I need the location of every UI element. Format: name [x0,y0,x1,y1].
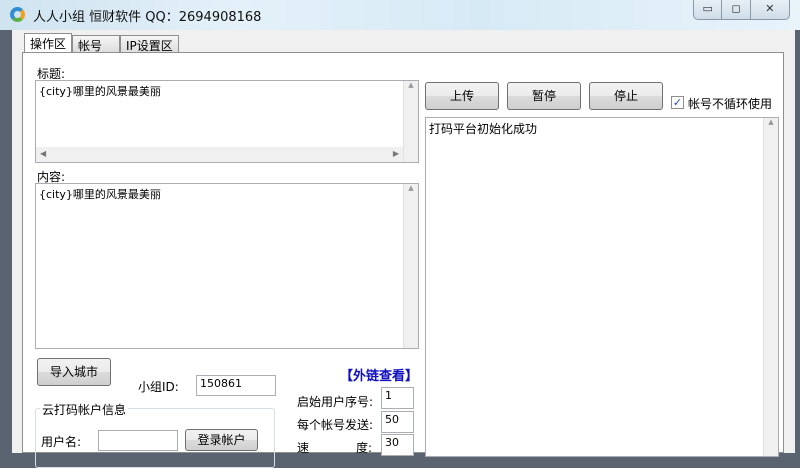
speed-label: 速 [297,441,310,455]
no-loop-checkbox[interactable]: ✓ [671,96,684,109]
no-loop-label: 帐号不循环使用 [688,97,773,111]
username-input[interactable] [98,430,178,451]
vertical-scrollbar[interactable]: ▲ [403,184,418,348]
horizontal-scrollbar[interactable]: ◀ ▶ [36,147,403,162]
vertical-scrollbar[interactable]: ▲ [403,81,418,162]
start-index-input[interactable]: 1 [381,387,414,409]
log-text: 打码平台初始化成功 [429,122,538,136]
pause-button[interactable]: 暂停 [507,82,581,110]
window-controls: ▭ ◻ ✕ [693,0,790,20]
content-text: {city}哪里的风景最美丽 [39,188,161,201]
upload-button[interactable]: 上传 [425,82,499,110]
tab-ip-settings[interactable]: IP设置区 [120,35,179,53]
tab-account[interactable]: 帐号 [72,35,120,53]
speed-label-suffix: 度: [356,441,373,455]
tab-operation[interactable]: 操作区 [24,33,73,53]
group-id-label: 小组ID: [138,380,179,394]
title-text: {city}哪里的风景最美丽 [39,85,161,98]
username-label: 用户名: [41,435,82,449]
title-textarea[interactable]: {city}哪里的风景最美丽 ▲ ◀ ▶ [35,80,419,163]
window-title: 人人小组 恒财软件 QQ：2694908168 [33,10,262,25]
close-button[interactable]: ✕ [751,0,789,19]
log-textarea[interactable]: 打码平台初始化成功 ▲ [425,117,779,457]
app-logo-icon [10,7,25,22]
group-id-input[interactable]: 150861 [196,375,276,396]
external-link[interactable]: 【外链查看】 [340,365,418,384]
per-account-label: 每个帐号发送: [297,418,374,432]
stop-button[interactable]: 停止 [589,82,663,110]
vertical-scrollbar[interactable]: ▲ [763,118,778,456]
per-account-input[interactable]: 50 [381,411,414,433]
content-textarea[interactable]: {city}哪里的风景最美丽 ▲ [35,183,419,349]
cloud-account-group-label: 云打码帐户信息 [40,401,129,418]
maximize-button[interactable]: ◻ [722,0,751,19]
start-index-label: 启始用户序号: [297,395,374,409]
minimize-button[interactable]: ▭ [694,0,723,19]
login-account-button[interactable]: 登录帐户 [185,429,258,451]
import-city-button[interactable]: 导入城市 [37,358,111,386]
